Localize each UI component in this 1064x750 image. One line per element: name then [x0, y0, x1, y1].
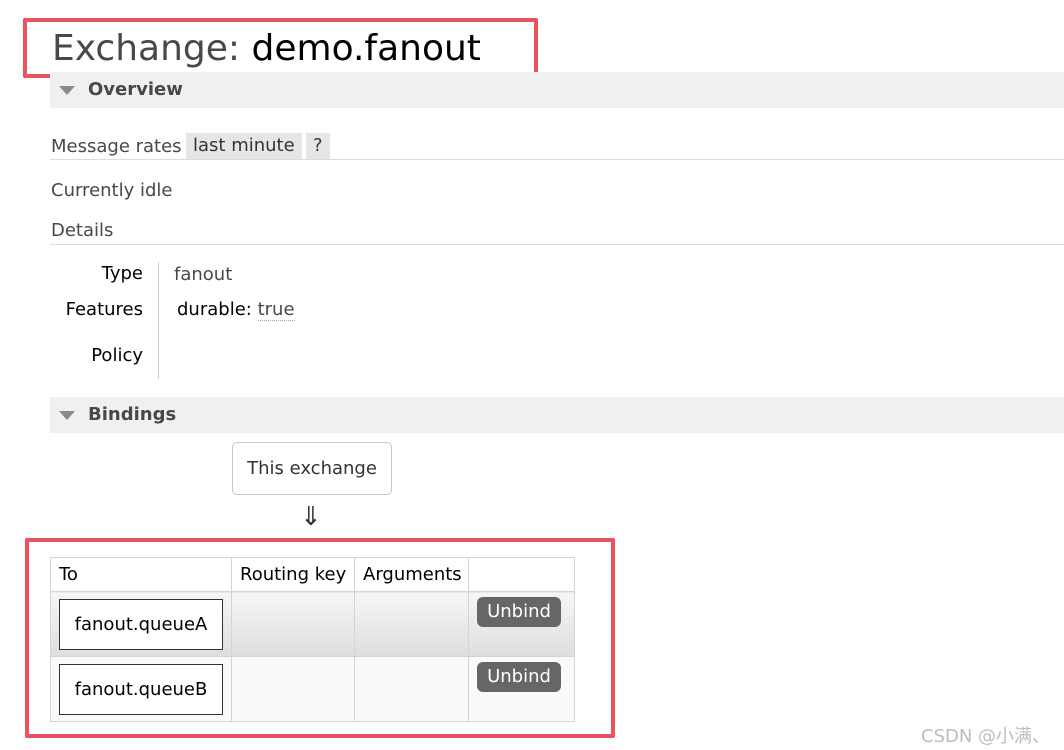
overview-label: Overview [88, 79, 183, 100]
exchange-name: demo.fanout [251, 28, 481, 69]
message-rates-label: Message rates [51, 136, 182, 157]
routing-key-cell [231, 656, 355, 722]
down-double-arrow-icon: ⇓ [300, 502, 322, 532]
bindings-label: Bindings [88, 404, 177, 425]
idle-status: Currently idle [51, 180, 173, 201]
overview-section-header[interactable]: Overview [50, 72, 1064, 108]
unbind-button[interactable]: Unbind [477, 597, 561, 627]
details-label: Details [51, 220, 114, 241]
column-header-arguments: Arguments [354, 557, 469, 592]
table-header-row: To Routing key Arguments [50, 557, 575, 592]
page-title: Exchange: demo.fanout [52, 27, 481, 71]
divider [50, 159, 1064, 160]
bindings-section-header[interactable]: Bindings [50, 397, 1064, 433]
watermark: CSDN @小满、 [921, 726, 1051, 747]
bindings-table: To Routing key Arguments fanout.queueA f… [50, 557, 575, 722]
divider [50, 244, 1064, 245]
type-label: Type [101, 263, 143, 284]
details-separator [158, 262, 159, 379]
column-header-to: To [50, 557, 232, 592]
queue-link[interactable]: fanout.queueB [59, 663, 223, 715]
unbind-button[interactable]: Unbind [477, 662, 561, 692]
collapse-triangle-icon [59, 86, 75, 95]
column-header-routing-key: Routing key [231, 557, 355, 592]
durable-value: true [257, 299, 295, 321]
arguments-cell [354, 591, 469, 657]
rate-range-selector[interactable]: last minute [186, 133, 302, 159]
routing-key-cell [231, 591, 355, 657]
features-label: Features [65, 299, 143, 320]
collapse-triangle-icon [59, 411, 75, 420]
page-title-prefix: Exchange: [52, 28, 241, 69]
durable-key: durable: [177, 299, 252, 320]
features-value: durable: true [177, 299, 295, 321]
arguments-cell [354, 656, 469, 722]
this-exchange-box: This exchange [232, 442, 392, 495]
queue-link[interactable]: fanout.queueA [59, 598, 223, 650]
column-header-actions [468, 557, 575, 592]
help-button[interactable]: ? [306, 133, 330, 159]
type-value: fanout [174, 264, 233, 285]
binding-to-cell: fanout.queueB [50, 656, 232, 722]
binding-to-cell: fanout.queueA [50, 591, 232, 657]
policy-label: Policy [91, 345, 143, 366]
